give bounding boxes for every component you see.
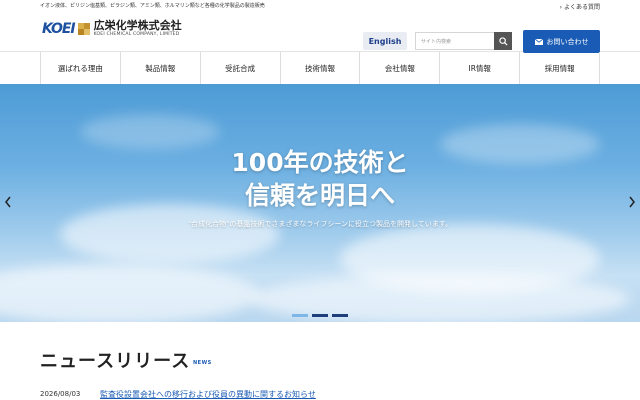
news-item-date: 2026/08/03 [40,390,81,398]
site-header: KOEI 広栄化学株式会社 KOEI CHEMICAL COMPANY, LIM… [0,10,640,53]
hero-title-line1: 100年の技術と [231,148,409,177]
contact-button[interactable]: お問い合わせ [523,30,600,53]
company-tagline: イオン液体、ピリジン塩基類、ピラジン類、アミン類、ホルマリン類など各種の化学製品… [40,3,265,9]
nav-item-technology[interactable]: 技術情報 [279,52,360,84]
nav-item-company[interactable]: 会社情報 [359,52,439,84]
news-section-title: ニュースリリース [40,351,191,372]
carousel-dot[interactable] [332,314,348,317]
nav-item-ir[interactable]: IR情報 [439,52,519,84]
carousel-dot[interactable] [312,314,328,317]
news-section-label: NEWS [193,360,212,366]
news-item-link[interactable]: 監査役設置会社への移行および役員の異動に関するお知らせ [100,389,316,400]
hero-title-line2: 信頼を明日へ [244,181,395,210]
logo-company-name: 広栄化学株式会社 [93,19,182,32]
nav-item-products[interactable]: 製品情報 [119,52,200,84]
carousel-dot[interactable] [292,314,308,317]
logo-cube-icon [77,23,90,35]
hero-subtitle: "合成化合物"の基盤技術でさまざまなライフシーンに役立つ製品を開発しています。 [187,220,453,228]
main-nav: 選ばれる理由 製品情報 受託合成 技術情報 会社情報 IR情報 採用情報 [40,52,601,84]
carousel-pagination [292,314,348,317]
logo-mark: KOEI [42,21,76,37]
contact-label: お問い合わせ [546,37,589,46]
search-icon [498,36,508,46]
carousel-prev-button[interactable] [4,196,12,211]
search-input[interactable]: サイト内検索 [415,32,495,50]
nav-item-reasons[interactable]: 選ばれる理由 [40,52,120,84]
hero-title: 100年の技術と 信頼を明日へ [0,146,640,212]
chevron-right-icon [629,196,635,208]
mail-icon [534,38,543,45]
company-logo[interactable]: KOEI 広栄化学株式会社 KOEI CHEMICAL COMPANY, LIM… [42,20,182,38]
chevron-left-icon [5,196,11,208]
nav-item-contract-synthesis[interactable]: 受託合成 [199,52,280,84]
nav-item-careers[interactable]: 採用情報 [519,52,601,84]
carousel-next-button[interactable] [628,196,636,211]
top-bar: イオン液体、ピリジン塩基類、ピラジン類、アミン類、ホルマリン類など各種の化学製品… [0,0,640,11]
hero-carousel: 100年の技術と 信頼を明日へ "合成化合物"の基盤技術でさまざまなライフシーン… [0,84,640,322]
english-button[interactable]: English [363,32,407,50]
logo-company-name-en: KOEI CHEMICAL COMPANY, LIMITED [93,32,180,37]
search-button[interactable] [494,32,512,50]
